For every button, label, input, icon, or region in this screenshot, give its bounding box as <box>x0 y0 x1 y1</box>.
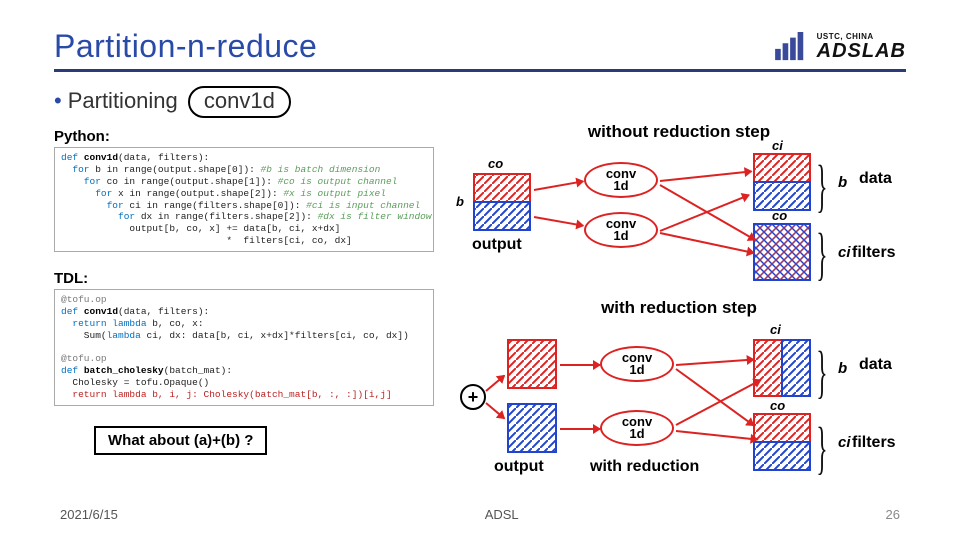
lab-filters: filters <box>852 244 896 262</box>
diagram-without: conv1d conv1d co b } } b ci ci co output… <box>444 144 914 294</box>
diagram-with: + conv1d conv1d ci co } } b ci output wi… <box>444 320 914 490</box>
lab-output: output <box>472 236 522 254</box>
footer: 2021/6/15 ADSL 26 <box>60 507 900 522</box>
lab2-ci2: ci <box>838 434 851 451</box>
building-icon <box>773 32 811 62</box>
lab2-withred: with reduction <box>590 458 699 476</box>
tdl-label: TDL: <box>54 270 434 287</box>
caption-without: without reduction step <box>444 122 914 142</box>
right-column: without reduction step conv1d conv1d <box>444 122 914 490</box>
slide-title: Partition-n-reduce <box>54 28 317 65</box>
footer-page: 26 <box>886 507 900 522</box>
lab-co: co <box>488 156 503 171</box>
conv-node-top: conv1d <box>584 162 658 198</box>
plus-node: + <box>460 384 486 410</box>
question-box: What about (a)+(b) ? <box>94 426 267 455</box>
lab2-output: output <box>494 458 544 476</box>
caption-with: with reduction step <box>444 298 914 318</box>
lab-ci: ci <box>838 244 851 261</box>
lab2-ci: ci <box>770 322 781 337</box>
lab2-data: data <box>859 356 892 374</box>
lab-b: b <box>456 194 464 209</box>
bullet-line: •Partitioning conv1d <box>54 86 906 118</box>
tdl-code: @tofu.op def conv1d(data, filters): retu… <box>54 289 434 406</box>
lab-data: data <box>859 170 892 188</box>
left-column: Python: def conv1d(data, filters): for b… <box>54 122 434 490</box>
ring-word: conv1d <box>188 86 291 118</box>
conv-node-2b: conv1d <box>600 410 674 446</box>
lab-co2: co <box>772 208 787 223</box>
python-label: Python: <box>54 128 434 145</box>
python-code: def conv1d(data, filters): for b in rang… <box>54 147 434 252</box>
footer-date: 2021/6/15 <box>60 507 118 522</box>
conv-node-2a: conv1d <box>600 346 674 382</box>
lab2-b: b <box>838 360 847 377</box>
lab-b2: b <box>838 174 847 191</box>
conv-node-bot: conv1d <box>584 212 658 248</box>
logo: USTC, CHINA ADSLAB <box>773 32 906 62</box>
title-row: Partition-n-reduce USTC, CHINA ADSLAB <box>54 28 906 72</box>
lab2-filters: filters <box>852 434 896 452</box>
footer-center: ADSL <box>485 507 519 522</box>
lab-ci2: ci <box>772 138 783 153</box>
bullet-text: Partitioning <box>68 88 178 113</box>
logo-main: ADSLAB <box>817 41 906 61</box>
lab2-co: co <box>770 398 785 413</box>
